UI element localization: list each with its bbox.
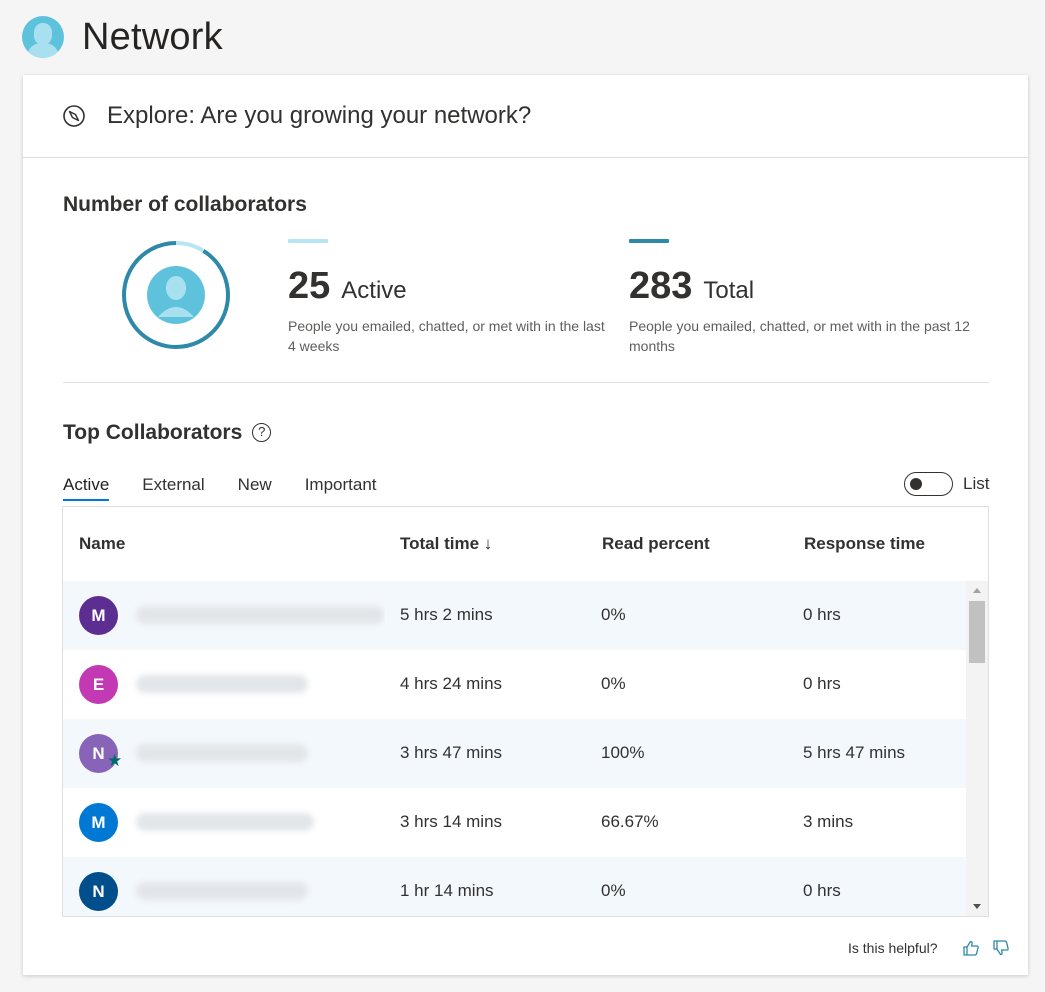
avatar[interactable]: E bbox=[79, 665, 118, 704]
table-row[interactable]: E 4 hrs 24 mins 0% 0 hrs bbox=[63, 650, 966, 719]
table-scrollbar[interactable] bbox=[966, 581, 988, 916]
table-row[interactable]: M 5 hrs 2 mins 0% 0 hrs bbox=[63, 581, 966, 650]
explore-header: Explore: Are you growing your network? bbox=[23, 75, 1028, 158]
active-label: Active bbox=[341, 277, 407, 304]
redacted-name bbox=[136, 744, 308, 762]
total-label: Total bbox=[703, 277, 755, 304]
feedback-question: Is this helpful? bbox=[848, 940, 938, 956]
explore-title: Explore: Are you growing your network? bbox=[107, 102, 532, 129]
active-count: 25 bbox=[288, 265, 331, 307]
tab-active[interactable]: Active bbox=[63, 475, 110, 501]
scroll-down-arrow-icon[interactable] bbox=[973, 904, 981, 909]
redacted-name bbox=[136, 606, 384, 624]
table-header: Name Total time ↓ Read percent Response … bbox=[63, 507, 988, 581]
avatar[interactable]: M bbox=[79, 803, 118, 842]
tab-new[interactable]: New bbox=[238, 475, 272, 501]
read-percent-cell: 0% bbox=[601, 881, 626, 900]
avatar[interactable]: M bbox=[79, 596, 118, 635]
thumbs-up-icon[interactable] bbox=[962, 939, 980, 957]
read-percent-cell: 0% bbox=[601, 605, 626, 624]
column-header-read-percent[interactable]: Read percent bbox=[602, 534, 710, 554]
total-time-cell: 3 hrs 47 mins bbox=[400, 743, 503, 762]
top-collaborators-title: Top Collaborators? bbox=[63, 421, 272, 445]
page-title: Network bbox=[82, 15, 223, 58]
top-collaborators-title-text: Top Collaborators bbox=[63, 421, 243, 444]
total-count: 283 bbox=[629, 265, 693, 307]
collaborators-table: Name Total time ↓ Read percent Response … bbox=[62, 506, 989, 917]
avatar[interactable]: N bbox=[79, 872, 118, 911]
network-card: Explore: Are you growing your network? N… bbox=[23, 75, 1028, 975]
response-time-cell: 3 mins bbox=[803, 812, 854, 831]
section-divider bbox=[63, 382, 989, 383]
total-legend-bar bbox=[629, 239, 669, 243]
response-time-cell: 0 hrs bbox=[803, 881, 841, 900]
read-percent-cell: 66.67% bbox=[601, 812, 659, 831]
response-time-cell: 0 hrs bbox=[803, 674, 841, 693]
important-star-icon: ★ bbox=[107, 751, 123, 770]
response-time-cell: 5 hrs 47 mins bbox=[803, 743, 906, 762]
redacted-name bbox=[136, 882, 308, 900]
active-description: People you emailed, chatted, or met with… bbox=[288, 318, 605, 354]
total-description: People you emailed, chatted, or met with… bbox=[629, 318, 970, 354]
table-row[interactable]: N 1 hr 14 mins 0% 0 hrs bbox=[63, 857, 966, 916]
list-toggle-label: List bbox=[963, 474, 990, 493]
total-time-cell: 5 hrs 2 mins bbox=[400, 605, 493, 624]
redacted-name bbox=[136, 813, 314, 831]
column-header-total-time[interactable]: Total time ↓ bbox=[400, 534, 492, 554]
list-toggle[interactable]: List bbox=[904, 472, 989, 496]
total-time-cell: 3 hrs 14 mins bbox=[400, 812, 503, 831]
tab-important[interactable]: Important bbox=[305, 475, 377, 501]
response-time-cell: 0 hrs bbox=[803, 605, 841, 624]
total-time-cell: 4 hrs 24 mins bbox=[400, 674, 503, 693]
column-header-response-time[interactable]: Response time bbox=[804, 534, 925, 554]
list-toggle-switch[interactable] bbox=[904, 472, 953, 496]
read-percent-cell: 0% bbox=[601, 674, 626, 693]
redacted-name bbox=[136, 675, 308, 693]
collaborators-section-title: Number of collaborators bbox=[63, 193, 307, 216]
active-stat: 25 Active People you emailed, chatted, o… bbox=[288, 239, 608, 356]
scroll-up-arrow-icon[interactable] bbox=[973, 588, 981, 593]
table-row[interactable]: N ★ 3 hrs 47 mins 100% 5 hrs 47 mins bbox=[63, 719, 966, 788]
compass-icon bbox=[63, 105, 85, 127]
total-time-cell: 1 hr 14 mins bbox=[400, 881, 494, 900]
table-row[interactable]: M 3 hrs 14 mins 66.67% 3 mins bbox=[63, 788, 966, 857]
scrollbar-thumb[interactable] bbox=[969, 601, 985, 663]
collaborator-tabs: Active External New Important bbox=[63, 475, 410, 501]
page-header: Network bbox=[22, 12, 223, 62]
tab-external[interactable]: External bbox=[142, 475, 204, 501]
active-legend-bar bbox=[288, 239, 328, 243]
question-circle-icon[interactable]: ? bbox=[252, 423, 272, 442]
thumbs-down-icon[interactable] bbox=[992, 939, 1010, 957]
collaborators-donut bbox=[122, 241, 230, 349]
table-body: M 5 hrs 2 mins 0% 0 hrs E 4 hrs 24 mins … bbox=[63, 581, 966, 916]
network-person-icon bbox=[22, 16, 64, 58]
feedback-bar: Is this helpful? bbox=[848, 939, 1010, 957]
read-percent-cell: 100% bbox=[601, 743, 645, 762]
total-stat: 283 Total People you emailed, chatted, o… bbox=[629, 239, 979, 356]
column-header-name[interactable]: Name bbox=[79, 534, 125, 554]
toggle-knob bbox=[910, 478, 922, 490]
